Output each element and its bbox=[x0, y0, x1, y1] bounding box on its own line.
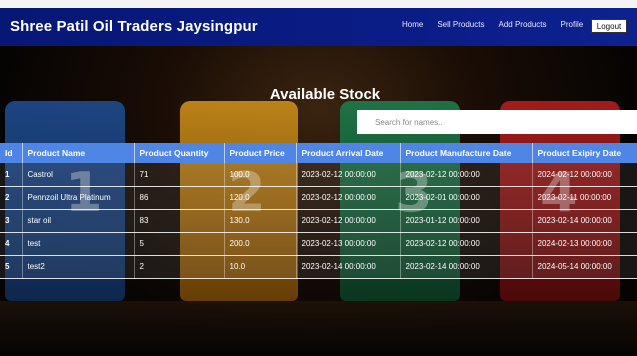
column-header-manufacture-date: Product Manufacture Date bbox=[400, 143, 533, 163]
table-row: 1 Castrol 71 100.0 2023-02-12 00:00:00 2… bbox=[0, 163, 637, 187]
cell-id: 2 bbox=[0, 186, 23, 210]
nav-links: Home Sell Products Add Products Profile bbox=[402, 20, 597, 29]
cell-id: 1 bbox=[0, 163, 23, 187]
table-row: 5 test2 2 10.0 2023-02-14 00:00:00 2023-… bbox=[0, 255, 637, 279]
cell-quantity: 71 bbox=[134, 163, 225, 187]
cell-manufacture-date: 2023-01-12 00:00:00 bbox=[400, 209, 533, 233]
cell-price: 200.0 bbox=[224, 232, 297, 256]
table-header-row: Id Product Name Product Quantity Product… bbox=[0, 143, 637, 163]
cell-expiry-date: 2023-02-11 00:00:00 bbox=[532, 186, 637, 210]
stock-table: Id Product Name Product Quantity Product… bbox=[0, 143, 637, 279]
cell-expiry-date: 2024-05-14 00:00:00 bbox=[532, 255, 637, 279]
cell-id: 3 bbox=[0, 209, 23, 233]
top-strip bbox=[0, 0, 637, 8]
nav-home-link[interactable]: Home bbox=[402, 20, 423, 29]
brand-title[interactable]: Shree Patil Oil Traders Jaysingpur bbox=[10, 18, 258, 35]
cell-expiry-date: 2024-02-13 00:00:00 bbox=[532, 232, 637, 256]
cell-product-name: Castrol bbox=[22, 163, 135, 187]
table-row: 3 star oil 83 130.0 2023-02-12 00:00:00 … bbox=[0, 209, 637, 233]
cell-arrival-date: 2023-02-14 00:00:00 bbox=[296, 255, 401, 279]
cell-manufacture-date: 2023-02-12 00:00:00 bbox=[400, 232, 533, 256]
cell-quantity: 2 bbox=[134, 255, 225, 279]
cell-id: 4 bbox=[0, 232, 23, 256]
navbar: Shree Patil Oil Traders Jaysingpur Home … bbox=[0, 8, 637, 46]
column-header-id: Id bbox=[0, 143, 23, 163]
cell-product-name: Pennzoil Ultra Platinum bbox=[22, 186, 135, 210]
cell-price: 120.0 bbox=[224, 186, 297, 210]
cell-product-name: test bbox=[22, 232, 135, 256]
table-row: 4 test 5 200.0 2023-02-13 00:00:00 2023-… bbox=[0, 232, 637, 256]
search-input[interactable] bbox=[357, 110, 637, 134]
cell-manufacture-date: 2023-02-01 00:00:00 bbox=[400, 186, 533, 210]
column-header-product-price: Product Price bbox=[224, 143, 297, 163]
cell-manufacture-date: 2023-02-12 00:00:00 bbox=[400, 163, 533, 187]
cell-price: 10.0 bbox=[224, 255, 297, 279]
cell-expiry-date: 2023-02-14 00:00:00 bbox=[532, 209, 637, 233]
nav-profile-link[interactable]: Profile bbox=[561, 20, 584, 29]
column-header-expiry-date: Product Exipiry Date bbox=[532, 143, 637, 163]
nav-sell-products-link[interactable]: Sell Products bbox=[437, 20, 484, 29]
floor-reflection bbox=[0, 301, 637, 356]
cell-quantity: 83 bbox=[134, 209, 225, 233]
cell-arrival-date: 2023-02-12 00:00:00 bbox=[296, 163, 401, 187]
cell-id: 5 bbox=[0, 255, 23, 279]
column-header-product-name: Product Name bbox=[22, 143, 135, 163]
cell-quantity: 5 bbox=[134, 232, 225, 256]
cell-expiry-date: 2024-02-12 00:00:00 bbox=[532, 163, 637, 187]
cell-manufacture-date: 2023-02-14 00:00:00 bbox=[400, 255, 533, 279]
cell-arrival-date: 2023-02-12 00:00:00 bbox=[296, 186, 401, 210]
cell-product-name: test2 bbox=[22, 255, 135, 279]
column-header-arrival-date: Product Arrival Date bbox=[296, 143, 401, 163]
table-row: 2 Pennzoil Ultra Platinum 86 120.0 2023-… bbox=[0, 186, 637, 210]
nav-add-products-link[interactable]: Add Products bbox=[498, 20, 546, 29]
cell-arrival-date: 2023-02-12 00:00:00 bbox=[296, 209, 401, 233]
column-header-product-quantity: Product Quantity bbox=[134, 143, 225, 163]
cell-product-name: star oil bbox=[22, 209, 135, 233]
logout-button[interactable]: Logout bbox=[591, 19, 627, 33]
cell-price: 130.0 bbox=[224, 209, 297, 233]
cell-quantity: 86 bbox=[134, 186, 225, 210]
cell-price: 100.0 bbox=[224, 163, 297, 187]
page-heading: Available Stock bbox=[269, 86, 381, 103]
cell-arrival-date: 2023-02-13 00:00:00 bbox=[296, 232, 401, 256]
